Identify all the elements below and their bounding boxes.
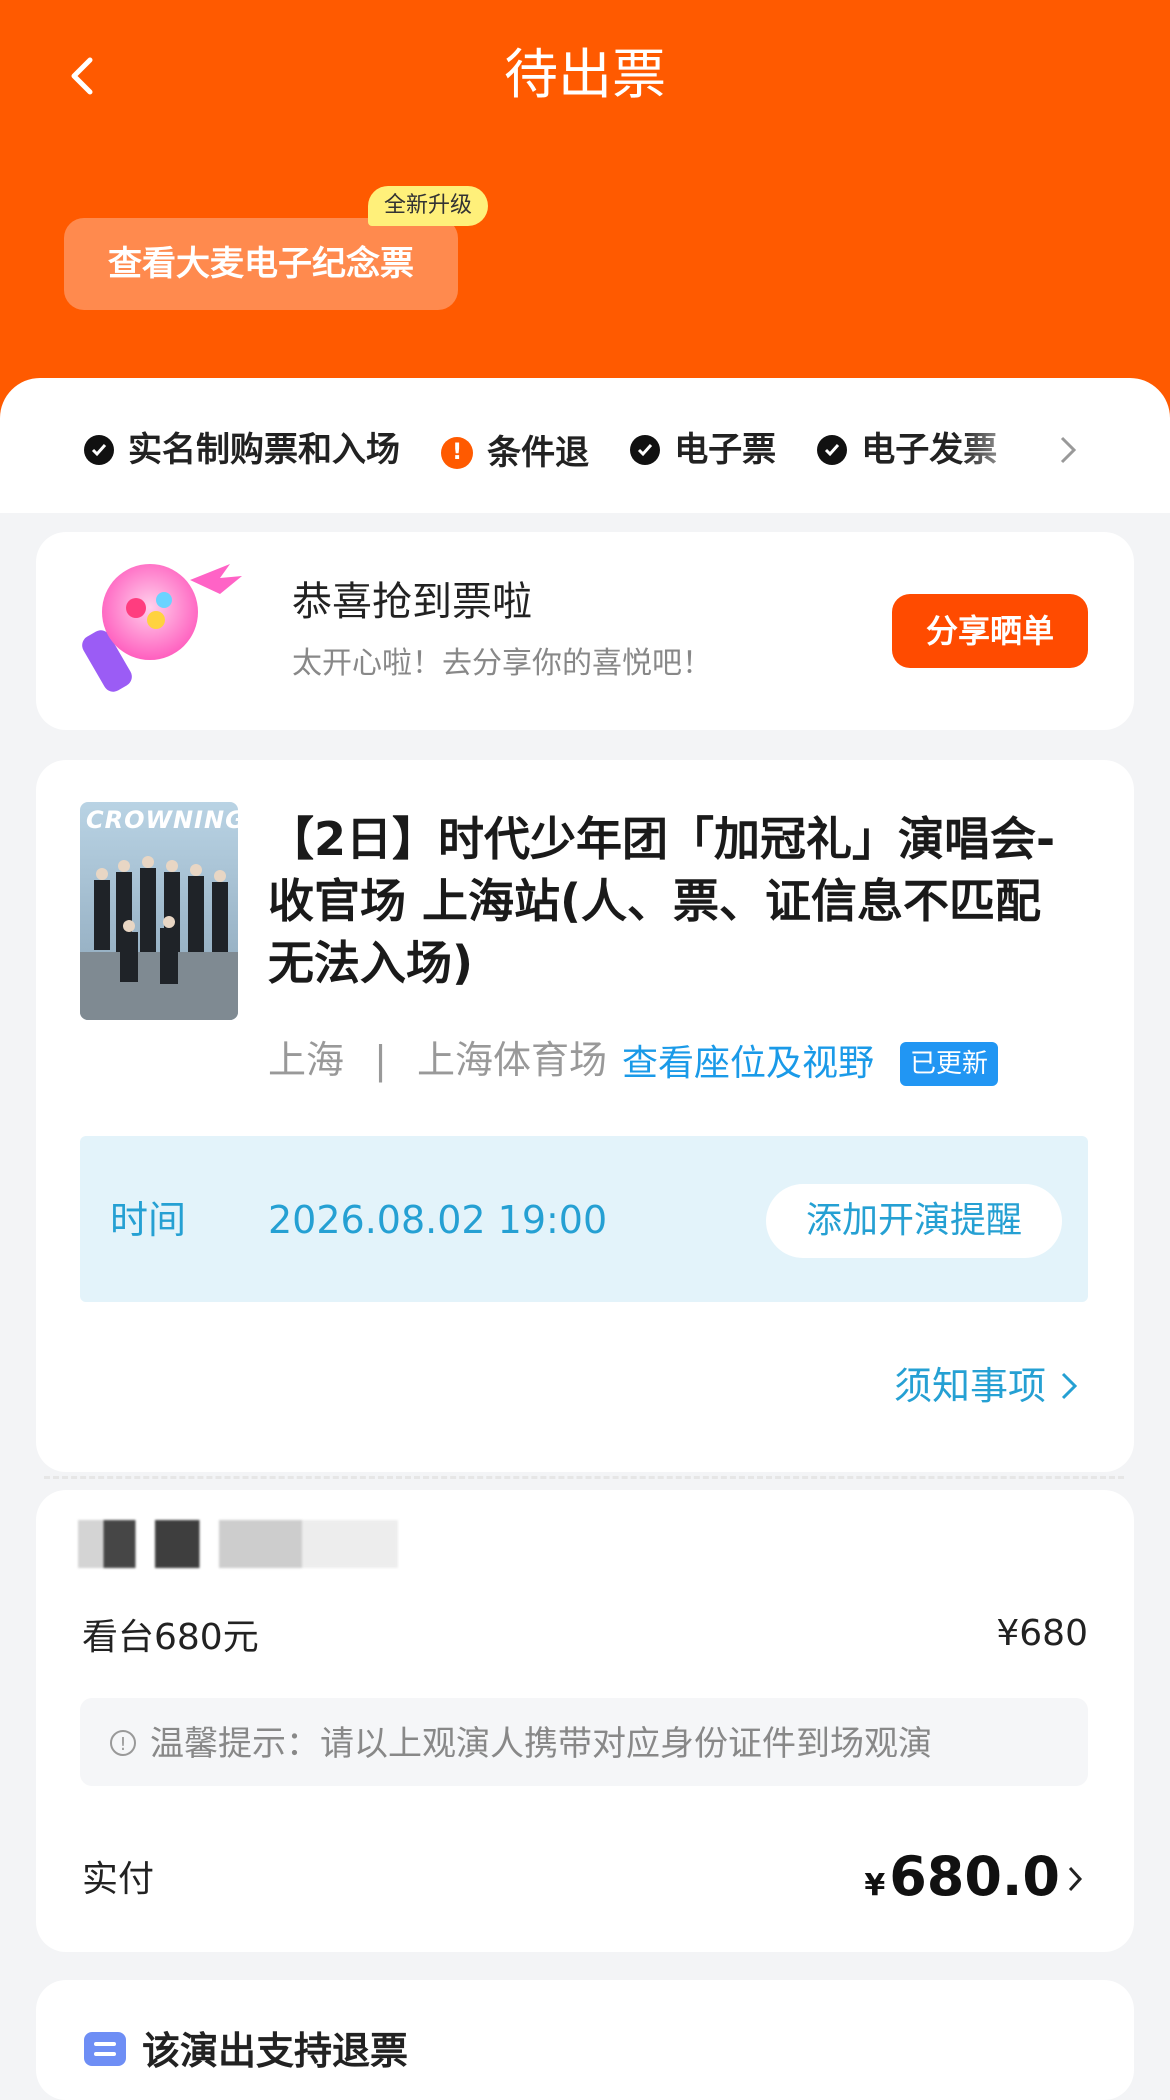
page-title: 待出票 — [504, 43, 666, 106]
refund-label: 该演出支持退票 — [142, 2029, 409, 2073]
perforation-divider — [44, 1476, 1124, 1479]
location-separator: | — [374, 1038, 387, 1082]
check-icon — [630, 435, 661, 465]
new-upgrade-badge: 全新升级 — [368, 186, 489, 226]
tip-text: 温馨提示：请以上观演人携带对应身份证件到场观演 — [150, 1724, 932, 1764]
share-order-button[interactable]: 分享晒单 — [892, 594, 1088, 668]
venue-label: 上海体育场 — [417, 1038, 608, 1082]
notice-link[interactable]: 须知事项 — [894, 1356, 1080, 1416]
features-fade — [960, 420, 1040, 480]
show-poster[interactable]: CROWNING — [80, 802, 238, 1020]
check-icon — [817, 435, 848, 465]
city-label: 上海 — [268, 1038, 345, 1082]
share-title: 恭喜抢到票啦 — [292, 579, 532, 625]
view-souvenir-ticket-button[interactable]: 查看大麦电子纪念票 — [64, 218, 458, 310]
info-icon: ! — [110, 1730, 136, 1756]
feature-label: 电子票 — [674, 430, 777, 470]
view-seat-link[interactable]: 查看座位及视野 — [622, 1036, 874, 1092]
warning-icon: ! — [441, 437, 474, 469]
currency-symbol: ¥ — [864, 1868, 886, 1903]
share-subtitle: 太开心啦！去分享你的喜悦吧！ — [292, 646, 712, 681]
feature-conditional-refund: ! 条件退 — [441, 423, 589, 480]
time-label: 时间 — [110, 1198, 187, 1242]
show-location: 上海 | 上海体育场 — [268, 1030, 607, 1090]
chevron-right-icon[interactable] — [1054, 426, 1082, 474]
refund-icon — [84, 2032, 126, 2066]
paid-amount[interactable]: ¥680.0 — [864, 1842, 1060, 1921]
ticket-price: ¥680 — [996, 1613, 1088, 1654]
ticket-tier: 看台680元 — [82, 1617, 259, 1658]
paid-label: 实付 — [82, 1859, 155, 1900]
features-row[interactable]: 实名制购票和入场 ! 条件退 电子票 电子发票 — [84, 420, 1084, 480]
add-reminder-button[interactable]: 添加开演提醒 — [766, 1184, 1062, 1258]
feature-label: 实名制购票和入场 — [128, 430, 400, 470]
attendee-name-blurred — [78, 1520, 398, 1568]
check-icon — [84, 435, 114, 465]
paid-number: 680.0 — [889, 1845, 1060, 1908]
feature-real-name: 实名制购票和入场 — [84, 420, 400, 480]
time-value: 2026.08.02 19:00 — [268, 1198, 608, 1242]
updated-badge: 已更新 — [900, 1042, 999, 1086]
show-title[interactable]: 【2日】时代少年团「加冠礼」演唱会-收官场 上海站(人、票、证信息不匹配无法入场… — [268, 808, 1068, 994]
chevron-right-icon[interactable] — [1066, 1862, 1084, 1896]
chevron-right-icon — [1061, 1372, 1078, 1400]
notice-label: 须知事项 — [893, 1364, 1046, 1408]
light-stick-icon — [82, 564, 242, 692]
feature-e-ticket: 电子票 — [630, 420, 776, 480]
feature-label: 条件退 — [487, 433, 590, 473]
